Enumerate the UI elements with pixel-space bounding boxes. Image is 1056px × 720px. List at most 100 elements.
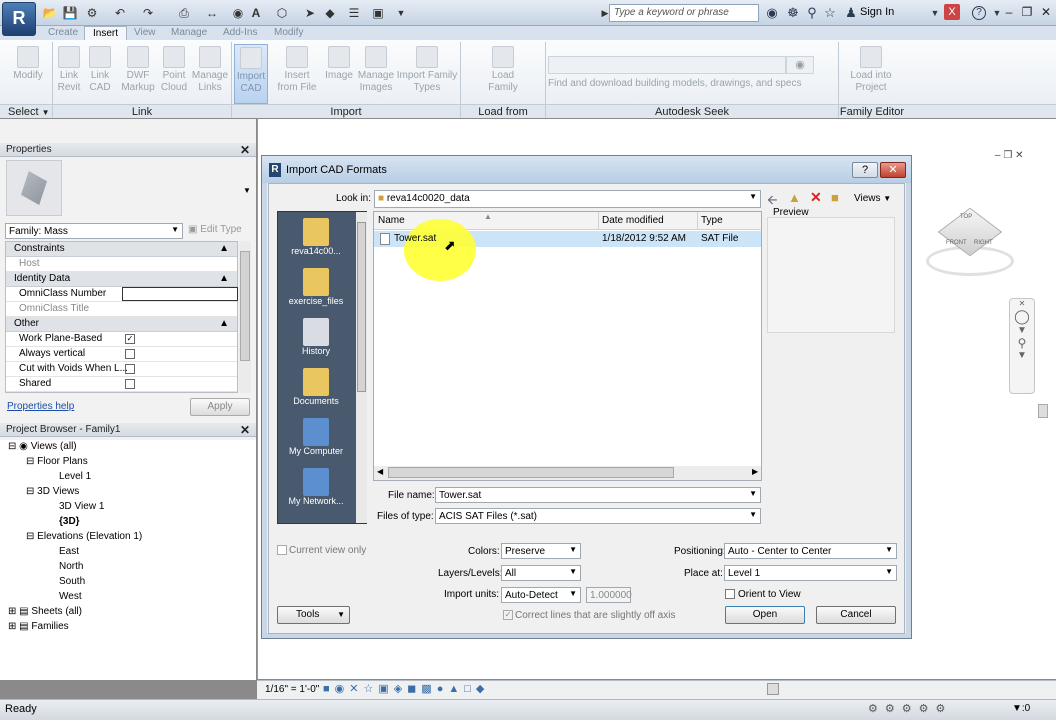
favorites-star-icon[interactable]: ☆	[821, 4, 839, 22]
place-documents[interactable]: Documents	[278, 368, 354, 406]
section-icon[interactable]: ➤	[302, 4, 318, 22]
edit-type-button[interactable]: ▣ Edit Type	[188, 223, 250, 239]
save-icon[interactable]: 💾	[62, 4, 78, 22]
sign-in-dropdown-icon[interactable]: ▼	[926, 4, 944, 22]
orient-to-view-checkbox[interactable]	[725, 589, 735, 599]
tree-node[interactable]: 3D View 1	[59, 501, 104, 516]
insert-from-file-button[interactable]: Insert from File	[274, 44, 320, 104]
view-control-icons[interactable]: ■◉✕☆▣◈◼▩●▲□◆	[323, 682, 489, 695]
family-type-select[interactable]: Family: Mass ▼	[5, 223, 183, 239]
help-icon[interactable]: ?	[972, 6, 986, 20]
undo-icon[interactable]: ↶	[112, 4, 128, 22]
link-revit-button[interactable]: Link Revit	[54, 44, 84, 104]
delete-icon[interactable]: ✕	[810, 189, 822, 206]
viewcube-front-face[interactable]: FRONT	[946, 240, 967, 246]
subscription-icon[interactable]: ☸	[784, 4, 802, 22]
thin-lines-icon[interactable]: ☰	[346, 4, 362, 22]
tree-node[interactable]: ⊟ 3D Views	[26, 486, 79, 501]
binoculars-icon[interactable]: ◉	[763, 4, 781, 22]
tree-node[interactable]: Level 1	[59, 471, 91, 486]
checkbox[interactable]	[125, 364, 135, 374]
checkbox[interactable]	[125, 349, 135, 359]
column-date-modified[interactable]: Date modified	[602, 215, 664, 226]
layers-select[interactable]: All ▼	[501, 565, 581, 581]
tree-node[interactable]: South	[59, 576, 85, 591]
3d-icon[interactable]: ⬡	[274, 4, 290, 22]
file-name-input[interactable]: Tower.sat ▼	[435, 487, 761, 503]
column-type[interactable]: Type	[701, 215, 723, 226]
apply-button[interactable]: Apply	[190, 398, 250, 416]
qat-dropdown-icon[interactable]: ▼	[395, 4, 407, 22]
tree-node-active[interactable]: {3D}	[59, 516, 80, 531]
dialog-close-button[interactable]: ✕	[880, 162, 906, 178]
import-cad-button[interactable]: Import CAD	[234, 44, 268, 104]
tab-view[interactable]: View	[126, 26, 164, 41]
tree-node[interactable]: West	[59, 591, 82, 606]
group-header[interactable]: Constraints ▲	[6, 242, 237, 257]
select-panel-label[interactable]: Select ▼	[0, 104, 52, 118]
tab-add-ins[interactable]: Add-Ins	[215, 26, 265, 41]
view-hscroll-thumb[interactable]	[767, 683, 779, 695]
elevation-icon[interactable]: ◆	[322, 4, 338, 22]
minimize-button[interactable]: –	[999, 4, 1019, 22]
tools-button[interactable]: Tools ▼	[277, 606, 350, 624]
group-header[interactable]: Other ▲	[6, 317, 237, 332]
place-my-network[interactable]: My Network...	[278, 468, 354, 506]
search-input[interactable]: Type a keyword or phrase	[609, 4, 759, 22]
views-menu-button[interactable]: Views ▼	[854, 193, 891, 204]
filter-count[interactable]: ▼:0	[1012, 703, 1030, 714]
tag-icon[interactable]: ◉	[230, 4, 246, 22]
omniclass-number-field[interactable]	[122, 287, 238, 301]
manage-links-button[interactable]: Manage Links	[191, 44, 229, 104]
dwf-markup-button[interactable]: DWF Markup	[118, 44, 158, 104]
column-divider[interactable]	[697, 212, 698, 230]
places-scrollbar[interactable]	[356, 212, 367, 523]
view-scale[interactable]: 1/16" = 1'-0"	[265, 684, 319, 695]
print-icon[interactable]: ⎙	[176, 4, 192, 22]
close-windows-icon[interactable]: ▣	[370, 4, 386, 22]
project-browser-close-icon[interactable]: ✕	[240, 423, 250, 437]
tab-insert[interactable]: Insert	[84, 26, 128, 41]
scroll-right-icon[interactable]: ▶	[752, 467, 758, 476]
text-icon[interactable]: A	[248, 4, 264, 22]
nav-dropdown-icon[interactable]: ▼	[1010, 325, 1034, 336]
import-units-select[interactable]: Auto-Detect ▼	[501, 587, 581, 603]
open-icon[interactable]: 📂	[42, 4, 58, 22]
steering-wheel-icon[interactable]: ◯	[1010, 308, 1034, 325]
import-family-types-button[interactable]: Import Family Types	[396, 44, 458, 104]
open-button[interactable]: Open	[725, 606, 805, 624]
place-at-select[interactable]: Level 1 ▼	[724, 565, 897, 581]
tree-node[interactable]: ⊟ ◉ Views (all)	[8, 441, 77, 456]
view-window-controls[interactable]: – ❐ ✕	[995, 150, 1023, 161]
redo-icon[interactable]: ↷	[140, 4, 156, 22]
viewcube-right-face[interactable]: RIGHT	[974, 240, 993, 246]
dialog-help-button[interactable]: ?	[852, 162, 878, 178]
scroll-left-icon[interactable]: ◀	[377, 467, 383, 476]
group-header[interactable]: Identity Data ▲	[6, 272, 237, 287]
type-selector-dropdown-icon[interactable]: ▼	[243, 186, 251, 195]
status-tool-icons[interactable]: ⚙⚙⚙⚙⚙	[868, 702, 952, 715]
sign-in-link[interactable]: Sign In	[860, 6, 894, 18]
modify-button[interactable]: Modify	[8, 44, 48, 104]
current-view-only-checkbox[interactable]	[277, 545, 287, 555]
image-button[interactable]: Image	[322, 44, 356, 104]
view-scroll-thumb[interactable]	[1038, 404, 1048, 418]
place-exercise-files[interactable]: exercise_files	[278, 268, 354, 306]
zoom-icon[interactable]: ⚲	[1010, 336, 1034, 350]
tab-create[interactable]: Create	[40, 26, 86, 41]
viewcube[interactable]: TOP FRONT RIGHT	[920, 200, 1020, 280]
file-list-hscrollbar[interactable]: ◀ ▶	[374, 466, 761, 480]
column-divider[interactable]	[598, 212, 599, 230]
scrollbar-thumb[interactable]	[357, 222, 366, 392]
tab-manage[interactable]: Manage	[163, 26, 215, 41]
checkbox[interactable]	[125, 379, 135, 389]
properties-help-link[interactable]: Properties help	[7, 401, 74, 412]
load-family-button[interactable]: Load Family	[478, 44, 528, 104]
up-folder-icon[interactable]: ▲	[788, 190, 801, 205]
tab-modify[interactable]: Modify	[266, 26, 311, 41]
checkbox-checked[interactable]: ✓	[125, 334, 135, 344]
tree-node[interactable]: ⊟ Floor Plans	[26, 456, 88, 471]
tree-node[interactable]: East	[59, 546, 79, 561]
nav-close-icon[interactable]: ✕	[1010, 299, 1034, 308]
exchange-icon[interactable]: X	[944, 4, 960, 20]
